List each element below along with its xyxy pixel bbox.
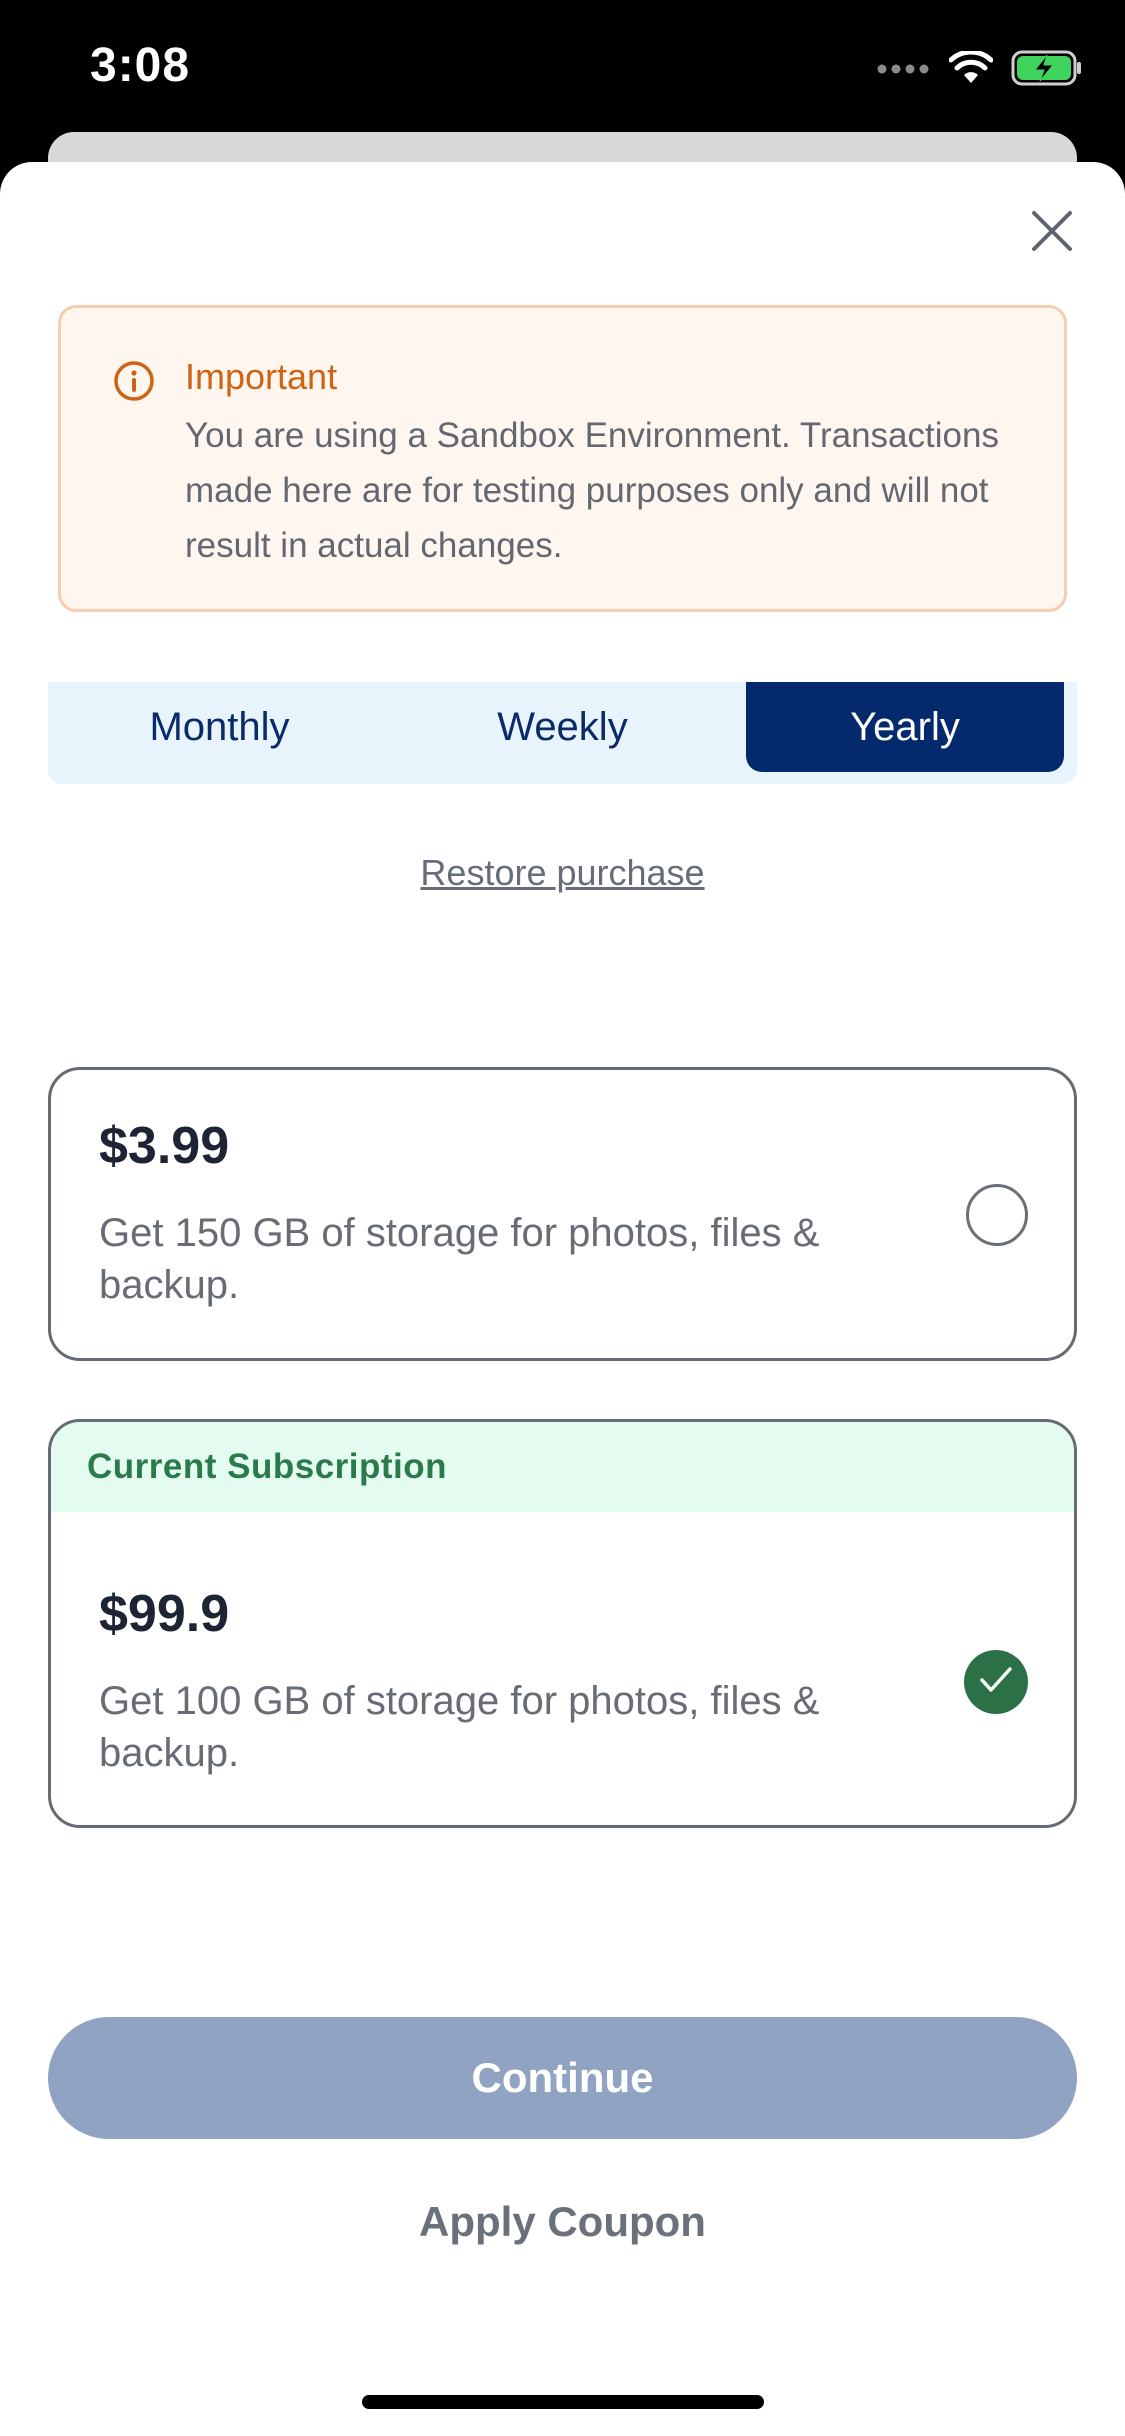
battery-charging-icon bbox=[1011, 50, 1083, 91]
apply-coupon-link[interactable]: Apply Coupon bbox=[0, 2198, 1125, 2246]
plan-price: $3.99 bbox=[99, 1117, 230, 1175]
wifi-icon bbox=[948, 49, 994, 90]
close-icon bbox=[1031, 210, 1073, 257]
tab-yearly[interactable]: Yearly bbox=[746, 682, 1064, 772]
signal-dots-icon bbox=[877, 62, 931, 80]
plan-card-100gb[interactable]: Current Subscription $99.9 Get 100 GB of… bbox=[48, 1419, 1077, 1828]
status-icons bbox=[877, 49, 1083, 91]
home-indicator bbox=[362, 2395, 764, 2409]
plan-radio-selected[interactable] bbox=[964, 1650, 1028, 1714]
alert-title: Important bbox=[185, 356, 338, 397]
plan-card-150gb[interactable]: $3.99 Get 150 GB of storage for photos, … bbox=[48, 1067, 1077, 1361]
billing-period-tabs: Monthly Weekly Yearly bbox=[48, 682, 1077, 784]
restore-purchase-link[interactable]: Restore purchase bbox=[0, 852, 1125, 894]
plan-price: $99.9 bbox=[99, 1585, 230, 1643]
tab-monthly[interactable]: Monthly bbox=[48, 682, 391, 772]
tab-weekly[interactable]: Weekly bbox=[391, 682, 734, 772]
alert-message: You are using a Sandbox Environment. Tra… bbox=[185, 416, 999, 565]
status-bar: 3:08 bbox=[0, 0, 1125, 140]
plan-radio-unselected[interactable] bbox=[966, 1184, 1028, 1246]
sandbox-alert: Important You are using a Sandbox Enviro… bbox=[58, 305, 1067, 612]
info-icon bbox=[113, 360, 155, 402]
continue-button[interactable]: Continue bbox=[48, 2017, 1077, 2139]
checkmark-icon bbox=[979, 1666, 1013, 1699]
close-button[interactable] bbox=[1024, 205, 1080, 261]
plan-description: Get 150 GB of storage for photos, files … bbox=[99, 1211, 820, 1307]
status-time: 3:08 bbox=[90, 39, 191, 92]
plan-description: Get 100 GB of storage for photos, files … bbox=[99, 1679, 820, 1775]
current-subscription-badge: Current Subscription bbox=[51, 1422, 1074, 1512]
